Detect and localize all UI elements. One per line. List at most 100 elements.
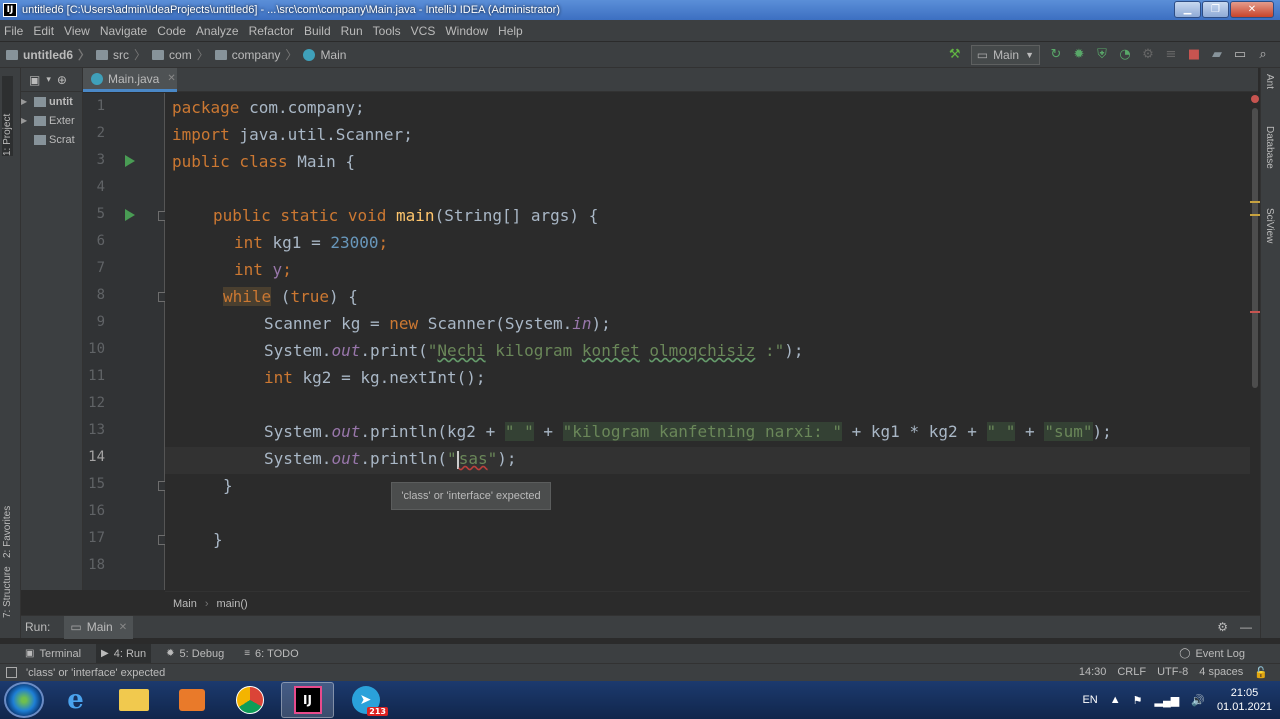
crumb-src[interactable]: src 〉 bbox=[96, 46, 146, 63]
crumb-company[interactable]: company 〉 bbox=[214, 46, 297, 63]
telegram-icon[interactable]: ➤ 213 bbox=[339, 682, 392, 718]
maximize-button[interactable]: ❐ bbox=[1202, 1, 1229, 18]
run-tab-main[interactable]: ▭ Main ✕ bbox=[64, 615, 134, 639]
dropdown-icon[interactable]: ▾ bbox=[46, 75, 51, 85]
project-structure-icon[interactable]: ▰ bbox=[1210, 48, 1224, 62]
coverage-icon[interactable]: ⛨ bbox=[1095, 48, 1109, 62]
layout-icon[interactable]: ▭ bbox=[1233, 48, 1247, 62]
crumb-project[interactable]: untitled6 〉 bbox=[6, 46, 90, 63]
crumb-com[interactable]: com 〉 bbox=[152, 46, 209, 63]
line-number: 15 bbox=[88, 476, 105, 492]
window-icon[interactable]: ▣ bbox=[29, 73, 40, 87]
attach-icon[interactable]: ⚙ bbox=[1141, 48, 1155, 62]
warning-mark[interactable] bbox=[1250, 201, 1260, 203]
tree-item-external-libs[interactable]: ▶ Exter bbox=[21, 111, 82, 130]
menu-code[interactable]: Code bbox=[157, 24, 186, 38]
menu-bar: File Edit View Navigate Code Analyze Ref… bbox=[0, 20, 1280, 42]
close-run-tab-icon[interactable]: ✕ bbox=[119, 622, 127, 633]
action-center-icon[interactable]: ⚑ bbox=[1133, 694, 1143, 707]
intellij-taskbar-icon[interactable]: IJ bbox=[281, 682, 334, 718]
minimize-button[interactable]: ▁ bbox=[1174, 1, 1201, 18]
media-player-icon[interactable] bbox=[165, 682, 218, 718]
internet-explorer-icon[interactable]: e bbox=[49, 682, 102, 718]
scroll-thumb[interactable] bbox=[1252, 108, 1258, 388]
run-gutter-icon[interactable] bbox=[125, 155, 135, 167]
line-number: 17 bbox=[88, 530, 105, 546]
error-mark[interactable] bbox=[1250, 311, 1260, 313]
profile-icon[interactable]: ◔ bbox=[1118, 48, 1132, 62]
chrome-icon[interactable] bbox=[223, 682, 276, 718]
menu-window[interactable]: Window bbox=[445, 24, 488, 38]
start-button[interactable] bbox=[4, 682, 44, 718]
terminal-button[interactable]: ▣ Terminal bbox=[20, 644, 86, 663]
warning-mark[interactable] bbox=[1250, 214, 1260, 216]
build-hammer-icon[interactable]: ⚒ bbox=[948, 48, 962, 62]
code-line: while (true) { bbox=[223, 287, 358, 306]
line-separator[interactable]: CRLF bbox=[1117, 666, 1146, 679]
search-icon[interactable]: ⌕ bbox=[1256, 48, 1270, 62]
tab-structure[interactable]: 7: Structure bbox=[2, 558, 13, 618]
menu-refactor[interactable]: Refactor bbox=[249, 24, 294, 38]
run-config-select[interactable]: ▭ Main ▼ bbox=[970, 45, 1040, 65]
run-button[interactable]: ▶ 4: Run bbox=[96, 644, 152, 663]
tab-ant[interactable]: Ant bbox=[1264, 74, 1275, 114]
hide-panel-icon[interactable]: — bbox=[1240, 620, 1252, 634]
indent-setting[interactable]: 4 spaces bbox=[1199, 666, 1243, 679]
network-icon[interactable]: ▂▄▆ bbox=[1155, 694, 1180, 707]
tree-item-project[interactable]: ▶ untit bbox=[21, 92, 82, 111]
project-pane: ▣ ▾ ⊕ ▶ untit ▶ Exter Scrat bbox=[21, 68, 83, 590]
tree-item-scratches[interactable]: Scrat bbox=[21, 130, 82, 149]
tab-favorites[interactable]: 2: Favorites bbox=[2, 468, 13, 558]
menu-file[interactable]: File bbox=[4, 24, 23, 38]
breadcrumb-class[interactable]: Main bbox=[173, 598, 197, 610]
locate-icon[interactable]: ⊕ bbox=[57, 73, 67, 87]
tab-project[interactable]: 1: Project bbox=[2, 76, 13, 156]
close-tab-icon[interactable]: ✕ bbox=[167, 73, 175, 84]
menu-edit[interactable]: Edit bbox=[33, 24, 54, 38]
menu-vcs[interactable]: VCS bbox=[411, 24, 436, 38]
lock-icon[interactable]: 🔓 bbox=[1254, 666, 1268, 679]
layout-toggle-icon[interactable] bbox=[6, 667, 17, 678]
file-explorer-icon[interactable] bbox=[107, 682, 160, 718]
code-line-current: System.out.println(" sas"); bbox=[264, 449, 517, 469]
menu-build[interactable]: Build bbox=[304, 24, 331, 38]
event-log-button[interactable]: ◯ Event Log bbox=[1174, 644, 1250, 663]
close-button[interactable]: ✕ bbox=[1230, 1, 1274, 18]
debug-button[interactable]: ✹ 5: Debug bbox=[161, 644, 229, 663]
editor-scrollbar[interactable] bbox=[1250, 93, 1260, 590]
menu-analyze[interactable]: Analyze bbox=[196, 24, 239, 38]
crumb-main[interactable]: Main bbox=[303, 48, 346, 62]
menu-help[interactable]: Help bbox=[498, 24, 523, 38]
todo-icon: ≡ bbox=[244, 648, 251, 659]
menu-navigate[interactable]: Navigate bbox=[100, 24, 147, 38]
notification-badge: 213 bbox=[367, 707, 388, 716]
todo-button[interactable]: ≡ 6: TODO bbox=[239, 644, 303, 663]
debug-icon[interactable]: ✹ bbox=[1072, 48, 1086, 62]
tab-database[interactable]: Database bbox=[1264, 126, 1275, 196]
caret-position[interactable]: 14:30 bbox=[1079, 666, 1107, 679]
line-number: 18 bbox=[88, 557, 105, 573]
clock[interactable]: 21:05 01.01.2021 bbox=[1217, 686, 1272, 714]
run-gutter-icon[interactable] bbox=[125, 209, 135, 221]
language-indicator[interactable]: EN bbox=[1082, 694, 1097, 706]
menu-view[interactable]: View bbox=[64, 24, 90, 38]
volume-icon[interactable]: 🔊 bbox=[1191, 694, 1205, 707]
tray-expand-icon[interactable]: ▲ bbox=[1110, 694, 1121, 706]
breadcrumb-method[interactable]: main() bbox=[217, 598, 248, 610]
run-icon: ▶ bbox=[101, 648, 109, 659]
tab-sciview[interactable]: SciView bbox=[1264, 208, 1275, 268]
error-indicator-icon[interactable] bbox=[1251, 95, 1259, 103]
rerun-icon[interactable]: ↻ bbox=[1049, 48, 1063, 62]
settings-gear-icon[interactable]: ⚙ bbox=[1217, 620, 1228, 634]
menu-run[interactable]: Run bbox=[341, 24, 363, 38]
list-icon[interactable]: ≡ bbox=[1164, 48, 1178, 62]
code-editor[interactable]: package com.company; import java.util.Sc… bbox=[165, 93, 1250, 590]
stop-icon[interactable]: ■ bbox=[1187, 48, 1201, 62]
editor-breadcrumbs: Main › main() bbox=[165, 591, 1250, 615]
tool-window-bar: ▣ Terminal ▶ 4: Run ✹ 5: Debug ≡ 6: TODO ◯ Ev… bbox=[0, 644, 1280, 663]
menu-tools[interactable]: Tools bbox=[373, 24, 401, 38]
console-icon: ▭ bbox=[70, 620, 82, 634]
tab-main-java[interactable]: Main.java ✕ bbox=[83, 68, 177, 92]
file-encoding[interactable]: UTF-8 bbox=[1157, 666, 1188, 679]
scratches-icon bbox=[34, 134, 46, 145]
